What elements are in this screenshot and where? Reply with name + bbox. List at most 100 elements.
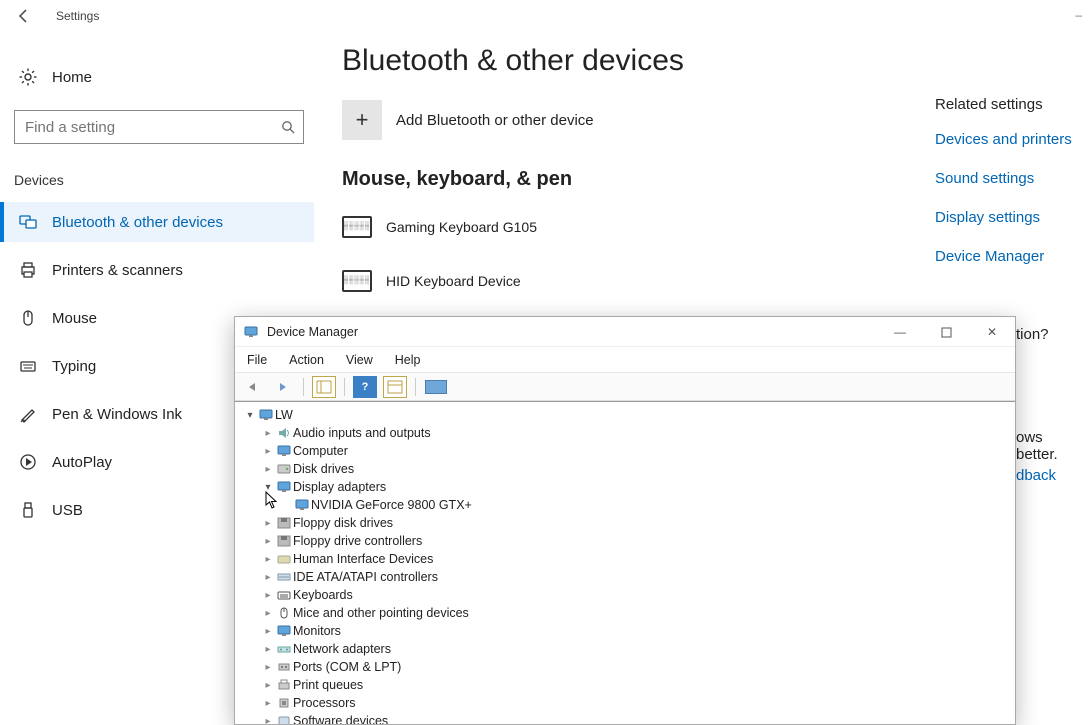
tb-back-button[interactable] (241, 376, 265, 398)
main-content: Bluetooth & other devices + Add Bluetoot… (342, 44, 902, 313)
dm-menubar: File Action View Help (235, 347, 1015, 373)
back-button[interactable] (8, 0, 40, 32)
plus-icon: + (342, 100, 382, 140)
caret-right-icon[interactable] (261, 608, 275, 619)
occluded-question: tion? (1016, 326, 1088, 343)
caret-right-icon[interactable] (261, 428, 275, 439)
nav-item-label: Typing (52, 358, 96, 375)
nav-bluetooth-devices[interactable]: Bluetooth & other devices (0, 202, 314, 242)
link-device-manager[interactable]: Device Manager (935, 248, 1085, 265)
add-device-label: Add Bluetooth or other device (396, 112, 594, 129)
tree-item-label: Floppy drive controllers (293, 534, 422, 548)
device-row[interactable]: ░░░░░░░░░░ HID Keyboard Device (342, 259, 902, 303)
menu-file[interactable]: File (247, 353, 267, 367)
tree-item[interactable]: Display adapters (243, 478, 1015, 496)
section-mouse-keyboard-pen: Mouse, keyboard, & pen (342, 168, 902, 191)
tree-item-label: Keyboards (293, 588, 353, 602)
occluded-feedback-link[interactable]: dback (1016, 467, 1088, 484)
tree-item[interactable]: Ports (COM & LPT) (243, 658, 1015, 676)
tb-forward-button[interactable] (271, 376, 295, 398)
caret-down-icon[interactable] (261, 482, 275, 493)
audio-icon (275, 425, 293, 441)
dm-titlebar[interactable]: Device Manager — ✕ (235, 317, 1015, 347)
home-label: Home (52, 69, 92, 86)
cpu-icon (275, 695, 293, 711)
mouse-icon (18, 308, 38, 328)
occluded-line: ows better. (1016, 429, 1088, 463)
ide-icon (275, 569, 293, 585)
tree-root-label: LW (275, 408, 293, 422)
window-title: Settings (56, 9, 99, 23)
tree-item[interactable]: Computer (243, 442, 1015, 460)
tree-item[interactable]: Monitors (243, 622, 1015, 640)
computer-icon (275, 443, 293, 459)
caret-icon[interactable] (243, 410, 257, 421)
tree-item[interactable]: NVIDIA GeForce 9800 GTX+ (243, 496, 1015, 514)
related-settings: Related settings Devices and printers So… (935, 96, 1085, 287)
printq-icon (275, 677, 293, 693)
tree-item[interactable]: Mice and other pointing devices (243, 604, 1015, 622)
link-sound-settings[interactable]: Sound settings (935, 170, 1085, 187)
tree-item[interactable]: Network adapters (243, 640, 1015, 658)
caret-right-icon[interactable] (261, 554, 275, 565)
caret-right-icon[interactable] (261, 698, 275, 709)
add-device-button[interactable]: + Add Bluetooth or other device (342, 100, 902, 140)
close-button[interactable]: ✕ (969, 317, 1015, 347)
occluded-text: tion? ows better. dback (1016, 326, 1088, 484)
settings-window: Settings – Home Devices Bluetooth & othe… (0, 0, 1088, 725)
mouse-icon (275, 605, 293, 621)
link-display-settings[interactable]: Display settings (935, 209, 1085, 226)
autoplay-icon (18, 452, 38, 472)
network-icon (275, 641, 293, 657)
printer-icon (18, 260, 38, 280)
search-icon (281, 120, 295, 134)
tree-item-label: Ports (COM & LPT) (293, 660, 401, 674)
menu-help[interactable]: Help (395, 353, 421, 367)
tb-help-button[interactable]: ? (353, 376, 377, 398)
tree-item[interactable]: Processors (243, 694, 1015, 712)
dm-title: Device Manager (267, 325, 358, 339)
tree-item[interactable]: Print queues (243, 676, 1015, 694)
tb-show-hide-tree-button[interactable] (312, 376, 336, 398)
caret-right-icon[interactable] (261, 536, 275, 547)
tree-item[interactable]: Disk drives (243, 460, 1015, 478)
caret-right-icon[interactable] (261, 626, 275, 637)
tree-item[interactable]: Software devices (243, 712, 1015, 724)
device-row[interactable]: ░░░░░░░░░░ Gaming Keyboard G105 (342, 205, 902, 249)
tree-item[interactable]: Human Interface Devices (243, 550, 1015, 568)
caret-right-icon[interactable] (261, 518, 275, 529)
tree-item[interactable]: IDE ATA/ATAPI controllers (243, 568, 1015, 586)
tree-item[interactable]: Audio inputs and outputs (243, 424, 1015, 442)
caret-right-icon[interactable] (261, 680, 275, 691)
tree-item-label: Human Interface Devices (293, 552, 433, 566)
link-devices-printers[interactable]: Devices and printers (935, 131, 1085, 148)
home-button[interactable]: Home (14, 56, 314, 98)
nav-item-label: Bluetooth & other devices (52, 214, 223, 231)
maximize-button[interactable] (923, 317, 969, 347)
search-input[interactable] (23, 118, 281, 137)
tb-properties-button[interactable] (383, 376, 407, 398)
caret-right-icon[interactable] (261, 464, 275, 475)
display-icon (293, 497, 311, 513)
caret-right-icon[interactable] (261, 572, 275, 583)
caret-right-icon[interactable] (261, 716, 275, 725)
tree-item[interactable]: Floppy disk drives (243, 514, 1015, 532)
tree-item[interactable]: Keyboards (243, 586, 1015, 604)
caret-right-icon[interactable] (261, 662, 275, 673)
tree-item[interactable]: Floppy drive controllers (243, 532, 1015, 550)
tree-root[interactable]: LW (243, 406, 1015, 424)
menu-view[interactable]: View (346, 353, 373, 367)
minimize-button[interactable]: — (877, 317, 923, 347)
dm-tree[interactable]: LW Audio inputs and outputsComputerDisk … (235, 401, 1015, 724)
nav-printers-scanners[interactable]: Printers & scanners (0, 250, 314, 290)
caret-right-icon[interactable] (261, 446, 275, 457)
nav-item-label: Printers & scanners (52, 262, 183, 279)
tree-item-label: IDE ATA/ATAPI controllers (293, 570, 438, 584)
usb-icon (18, 500, 38, 520)
search-box[interactable] (14, 110, 304, 144)
caret-right-icon[interactable] (261, 644, 275, 655)
caret-right-icon[interactable] (261, 590, 275, 601)
tree-item-label: Monitors (293, 624, 341, 638)
tb-scan-button[interactable] (424, 376, 448, 398)
menu-action[interactable]: Action (289, 353, 324, 367)
